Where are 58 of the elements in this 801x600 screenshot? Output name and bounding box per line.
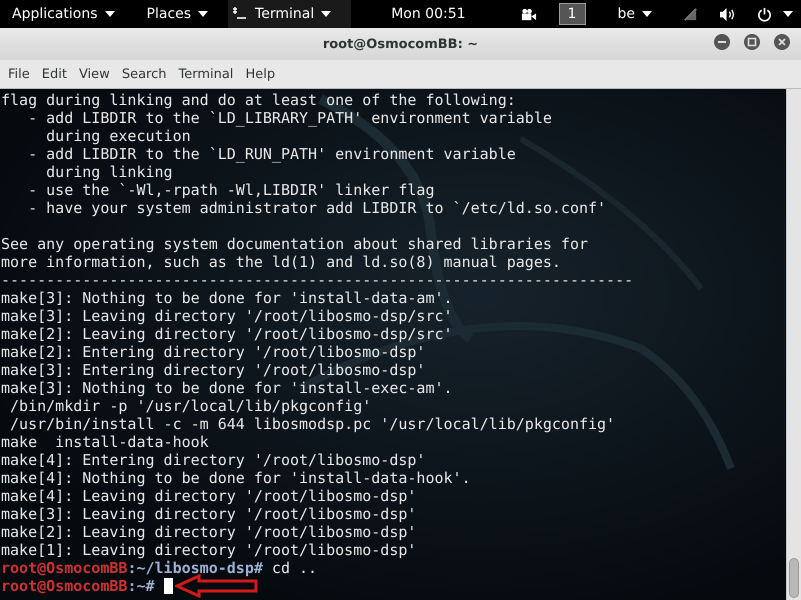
terminal-icon [232,6,248,22]
menu-item[interactable]: Search [116,66,172,82]
terminal-line: make[3]: Nothing to be done for 'install-data-am'. [1,289,454,307]
terminal-line: during execution [45,127,192,145]
caret-icon [321,11,332,17]
prompt-path: :~# [127,577,155,595]
terminal-line: make[3]: Leaving directory '/root/libosmo-dsp/src' [1,307,454,325]
prompt-path: :~/libosmo-dsp# [127,559,263,577]
prompt-user-host: root@OsmocomBB [1,559,128,577]
terminal-line: make[2]: Leaving directory '/root/libosmo-dsp/src' [1,325,454,343]
scrollbar-thumb[interactable] [789,558,799,598]
close-icon[interactable] [773,33,791,51]
keyboard-layout-menu[interactable]: be [606,0,672,28]
menu-item[interactable]: Help [239,66,282,82]
terminal-line: /usr/bin/install -c -m 644 libosmodsp.pc '/usr/local/lib/pkgconfig' [9,415,616,433]
scrollbar[interactable] [786,89,801,600]
caret-icon[interactable] [783,11,793,17]
menu-item[interactable]: View [72,66,116,82]
workspace-indicator[interactable]: 1 [558,3,586,25]
volume-icon[interactable] [719,6,736,22]
terminal-line: - have your system administrator add LIBDIR to `/etc/ld.so.conf' [27,199,608,217]
terminal-line: make[3]: Nothing to be done for 'install-exec-am'. [1,379,454,397]
app-menu[interactable]: Terminal [228,0,352,28]
minimize-icon[interactable] [713,33,731,51]
video-camera-icon[interactable] [520,6,536,22]
top-bar-menu[interactable]: Places [134,0,228,28]
caret-icon [104,11,115,17]
terminal-line: make[2]: Leaving directory '/root/libosmo-dsp' [1,523,418,541]
command-text: cd .. [270,559,318,577]
menu-item[interactable]: Edit [36,66,73,82]
terminal-line: make[4]: Nothing to be done for 'install-data-hook'. [1,469,472,487]
terminal-line: make[1]: Leaving directory '/root/libosmo-dsp' [1,541,418,559]
terminal-line: - use the `-Wl,-rpath -Wl,LIBDIR' linker flag [27,181,436,199]
top-bar-menu[interactable]: Applications [0,0,135,28]
maximize-icon[interactable] [743,33,761,51]
terminal-line: make[3]: Leaving directory '/root/libosmo-dsp' [1,505,418,523]
terminal-line: ---------------------------------------------------------------------- [1,271,634,289]
terminal-line: See any operating system documentation about shared libraries for [1,235,589,253]
terminal-line: - add LIBDIR to the `LD_LIBRARY_PATH' environment variable [27,109,553,127]
terminal-line: make[4]: Leaving directory '/root/libosmo-dsp' [1,487,418,505]
window-title: root@OsmocomBB: ~ [322,36,478,52]
terminal-line: during linking [45,163,174,181]
caret-icon [642,11,652,17]
clock[interactable]: Mon 00:51 [351,0,478,28]
terminal-line: make install-data-hook [1,433,210,451]
caret-icon [198,11,208,17]
terminal-line: make[4]: Entering directory '/root/libosmo-dsp' [1,451,426,469]
menu-item[interactable]: File [2,66,36,82]
terminal-line: /bin/mkdir -p '/usr/local/lib/pkgconfig' [9,397,372,415]
terminal-line: - add LIBDIR to the `LD_RUN_PATH' environment variable [27,145,517,163]
network-icon[interactable] [682,6,699,22]
prompt-user-host: root@OsmocomBB [1,577,128,595]
terminal-line: flag during linking and do at least one of the following: [1,91,517,109]
terminal-line: more information, such as the ld(1) and ld.so(8) manual pages. [1,253,562,271]
menu-item[interactable]: Terminal [172,66,240,82]
terminal-line: make[2]: Entering directory '/root/libosmo-dsp' [1,343,426,361]
power-icon[interactable] [756,6,773,22]
terminal-line: make[3]: Entering directory '/root/libosmo-dsp' [1,361,426,379]
